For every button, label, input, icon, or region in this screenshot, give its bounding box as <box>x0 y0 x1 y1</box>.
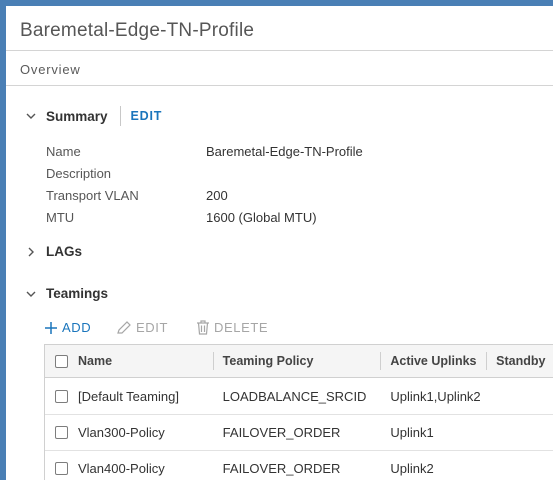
lags-section-header[interactable]: LAGs <box>24 244 82 259</box>
cell-policy: FAILOVER_ORDER <box>222 425 341 440</box>
summary-title[interactable]: Summary <box>46 109 108 124</box>
cell-standby <box>486 378 553 414</box>
property-label-description: Description <box>46 166 112 181</box>
column-header-standby[interactable]: Standby <box>486 345 553 377</box>
column-header-label: Teaming Policy <box>222 354 314 368</box>
teamings-table: Name Teaming Policy Active Uplinks Stand… <box>44 344 553 480</box>
select-all-checkbox[interactable] <box>55 354 68 368</box>
chevron-down-icon[interactable] <box>24 287 38 301</box>
table-row[interactable]: Vlan400-Policy FAILOVER_ORDER Uplink2 <box>45 450 553 480</box>
tab-overview[interactable]: Overview <box>20 62 81 77</box>
row-checkbox[interactable] <box>55 426 68 439</box>
cell-name: [Default Teaming] <box>45 378 213 414</box>
summary-separator <box>119 106 121 126</box>
trash-icon <box>196 320 214 335</box>
column-header-label: Standby <box>496 354 546 368</box>
plus-icon <box>44 321 62 335</box>
delete-label: DELETE <box>214 320 269 335</box>
property-value-name: Baremetal-Edge-TN-Profile <box>206 144 363 159</box>
cell-standby <box>486 415 553 450</box>
cell-active-uplinks: Uplink1,Uplink2 <box>390 388 481 404</box>
chevron-down-icon[interactable] <box>24 109 38 123</box>
tab-divider <box>6 85 553 86</box>
property-label-name: Name <box>46 144 81 159</box>
column-header-label: Name <box>78 354 113 368</box>
title-divider <box>6 50 553 51</box>
teamings-section-header[interactable]: Teamings <box>24 286 108 301</box>
cell-name-text: Vlan300-Policy <box>78 425 165 440</box>
table-row[interactable]: Vlan300-Policy FAILOVER_ORDER Uplink1 <box>45 414 553 450</box>
property-label-transport-vlan: Transport VLAN <box>46 188 139 203</box>
property-value-mtu: 1600 (Global MTU) <box>206 210 317 225</box>
cell-policy: LOADBALANCE_SRCID <box>222 388 367 404</box>
row-checkbox[interactable] <box>55 462 68 475</box>
summary-edit-button[interactable]: EDIT <box>131 109 163 123</box>
cell-name: Vlan300-Policy <box>45 415 213 450</box>
table-header: Name Teaming Policy Active Uplinks Stand… <box>45 345 553 378</box>
property-label-mtu: MTU <box>46 210 75 225</box>
pencil-icon <box>116 320 136 335</box>
column-header-teaming-policy[interactable]: Teaming Policy <box>212 345 381 377</box>
column-header-label: Active Uplinks <box>390 354 477 368</box>
lags-title[interactable]: LAGs <box>46 244 82 259</box>
table-row[interactable]: [Default Teaming] LOADBALANCE_SRCID Upli… <box>45 378 553 414</box>
cell-name-text: Vlan400-Policy <box>78 461 165 476</box>
profile-panel: Baremetal-Edge-TN-Profile Overview Summa… <box>0 0 553 480</box>
property-value-transport-vlan: 200 <box>206 188 228 203</box>
edit-label: EDIT <box>136 320 169 335</box>
row-checkbox[interactable] <box>55 389 68 403</box>
cell-policy: FAILOVER_ORDER <box>222 461 341 476</box>
delete-teaming-button[interactable]: DELETE <box>196 320 268 335</box>
column-header-active-uplinks[interactable]: Active Uplinks <box>380 345 486 377</box>
cell-standby <box>486 451 553 480</box>
column-header-name[interactable]: Name <box>45 345 213 377</box>
page-title: Baremetal-Edge-TN-Profile <box>20 20 255 41</box>
add-teaming-button[interactable]: ADD <box>44 320 91 335</box>
edit-teaming-button[interactable]: EDIT <box>116 320 168 335</box>
cell-active-uplinks: Uplink1 <box>390 425 434 440</box>
cell-name-text: [Default Teaming] <box>78 388 179 404</box>
cell-name: Vlan400-Policy <box>45 451 213 480</box>
add-label: ADD <box>62 320 92 335</box>
chevron-right-icon[interactable] <box>24 245 38 259</box>
teamings-title[interactable]: Teamings <box>46 286 108 301</box>
cell-active-uplinks: Uplink2 <box>390 461 434 476</box>
summary-section-header: Summary EDIT <box>24 106 162 126</box>
